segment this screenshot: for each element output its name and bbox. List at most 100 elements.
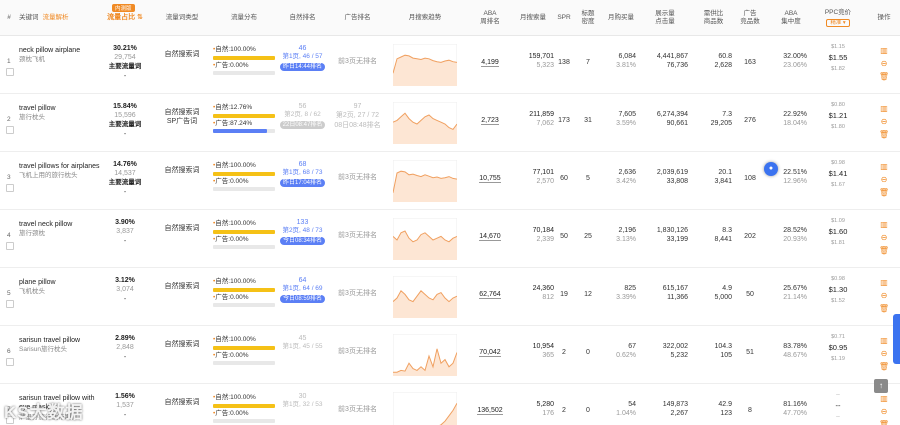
side-panel-tab[interactable] [893,314,900,364]
assistant-float-icon[interactable]: ● [764,162,778,176]
bar-chart-icon[interactable]: ▥ [877,218,891,231]
header-impressions[interactable]: 展示量 点击量 [642,0,688,36]
table-row[interactable]: 3 travel pillows for airplanes 飞机上用的旅行枕头… [0,152,900,210]
table-row[interactable]: 1 neck pillow airplane 颈枕飞机 30.21% 29,75… [0,36,900,94]
keyword-cell[interactable]: travel pillow 旅行枕头 [19,104,104,123]
natural-rank-cell[interactable]: 45 第1页, 45 / 55 [275,334,330,352]
bar-chart-icon[interactable]: ▥ [877,160,891,173]
row-index: 5 [7,290,11,297]
aba-rank[interactable]: 4,199 [481,59,499,67]
table-row[interactable]: 4 travel neck pillow 旅行颈枕 3.90% 3,837 - … [0,210,900,268]
natural-rank-cell[interactable]: 56 第2页, 8 / 62 22日08:47排名 [275,102,330,130]
ad-bar [213,128,275,133]
trend-sparkline[interactable] [393,334,457,376]
natural-rank-cell[interactable]: 64 第1页, 64 / 69 今日08:59排名 [275,276,330,304]
row-checkbox[interactable] [6,358,14,366]
table-row[interactable]: 7 sarisun travel pillow with eye mask 萨里… [0,384,900,425]
header-spr[interactable]: SPR [556,0,572,36]
keyword-cell[interactable]: neck pillow airplane 颈枕飞机 [19,46,104,65]
row-checkbox[interactable] [6,242,14,250]
trash-icon[interactable]: 🗑 [877,244,891,257]
keyword-en[interactable]: travel neck pillow [19,220,104,229]
header-title-density[interactable]: 标题 密度 [578,0,598,36]
aba-rank[interactable]: 62,764 [479,291,501,299]
traffic-analysis-link[interactable]: 流量解析 [43,14,69,22]
keyword-cell[interactable]: travel pillows for airplanes 飞机上用的旅行枕头 [19,162,104,181]
trash-icon[interactable]: 🗑 [877,360,891,373]
minus-circle-icon[interactable]: ⊖ [877,231,891,244]
scroll-top-icon[interactable]: ↑ [874,379,888,393]
aba-rank-cell[interactable]: 14,670 [470,232,510,241]
trend-sparkline[interactable] [393,218,457,260]
trash-icon[interactable]: 🗑 [877,418,891,425]
header-ad-rank[interactable]: 广告排名 [330,0,385,36]
trend-sparkline[interactable] [393,160,457,202]
aba-rank[interactable]: 136,502 [477,407,503,415]
natural-rank-cell[interactable]: 68 第1页, 68 / 73 昨日17:04排名 [275,160,330,188]
trash-icon[interactable]: 🗑 [877,128,891,141]
row-checkbox[interactable] [6,300,14,308]
natural-rank-cell[interactable]: 133 第2页, 48 / 73 今日08:34排名 [275,218,330,246]
row-checkbox[interactable] [6,68,14,76]
supply-demand-ratio: 60.8 [718,53,732,60]
search-cell: 10,954 365 [512,342,554,361]
header-aba-concentration[interactable]: ABA 集中度 [775,0,807,36]
ad-label: 广告: [215,293,231,301]
aba-rank-cell[interactable]: 70,042 [470,348,510,357]
sort-icon[interactable]: ⇅ [137,14,143,21]
keyword-cell[interactable]: travel neck pillow 旅行颈枕 [19,220,104,239]
bar-chart-icon[interactable]: ▥ [877,392,891,405]
aba-rank[interactable]: 10,755 [479,175,501,183]
minus-circle-icon[interactable]: ⊖ [877,57,891,70]
trash-icon[interactable]: 🗑 [877,302,891,315]
aba-rank-cell[interactable]: 4,199 [470,58,510,67]
keyword-en[interactable]: travel pillows for airplanes [19,162,104,171]
table-row[interactable]: 6 sarisun travel pillow Sarisun旅行枕头 2.89… [0,326,900,384]
aba-rank-cell[interactable]: 2,723 [470,116,510,125]
minus-circle-icon[interactable]: ⊖ [877,347,891,360]
aba-rank-cell[interactable]: 62,764 [470,290,510,299]
trend-sparkline[interactable] [393,102,457,144]
header-flow-share[interactable]: 流量占比 ⇅ [105,12,145,22]
keyword-en[interactable]: plane pillow [19,278,104,287]
bar-chart-icon[interactable]: ▥ [877,44,891,57]
header-monthly-search[interactable]: 月搜索量 [512,0,554,36]
minus-circle-icon[interactable]: ⊖ [877,173,891,186]
keyword-cell[interactable]: plane pillow 飞机枕头 [19,278,104,297]
header-monthly-buy[interactable]: 月购买量 [604,0,638,36]
natural-rank-cell[interactable]: 30 第1页, 32 / 53 [275,392,330,410]
trash-icon[interactable]: 🗑 [877,70,891,83]
trend-sparkline[interactable] [393,392,457,425]
bar-chart-icon[interactable]: ▥ [877,276,891,289]
ppc-cell: $0.80 $1.21 $1.80 [818,102,858,131]
header-natural-rank[interactable]: 自然排名 [275,0,330,36]
ad-label: 广告: [215,61,231,69]
bar-chart-icon[interactable]: ▥ [877,334,891,347]
ppc-match-select[interactable]: 精准 ▾ [826,18,850,28]
aba-rank[interactable]: 2,723 [481,117,499,125]
header-ad-competitors[interactable]: 广告 竞品数 [736,0,764,36]
header-supply-demand[interactable]: 需供比 商品数 [695,0,732,36]
minus-circle-icon[interactable]: ⊖ [877,289,891,302]
keyword-en[interactable]: travel pillow [19,104,104,113]
keyword-cell[interactable]: sarisun travel pillow Sarisun旅行枕头 [19,336,104,355]
aba-rank[interactable]: 70,042 [479,349,501,357]
aba-rank[interactable]: 14,670 [479,233,501,241]
minus-circle-icon[interactable]: ⊖ [877,405,891,418]
table-row[interactable]: 2 travel pillow 旅行枕头 15.84% 15,596 主要流量词… [0,94,900,152]
aba-rank-cell[interactable]: 136,502 [470,406,510,415]
keyword-en[interactable]: sarisun travel pillow [19,336,104,345]
row-checkbox[interactable] [6,184,14,192]
row-checkbox[interactable] [6,126,14,134]
keyword-en[interactable]: neck pillow airplane [19,46,104,55]
header-aba-rank[interactable]: ABA 周排名 [470,0,510,36]
minus-circle-icon[interactable]: ⊖ [877,115,891,128]
trash-icon[interactable]: 🗑 [877,186,891,199]
trend-sparkline[interactable] [393,276,457,318]
table-row[interactable]: 5 plane pillow 飞机枕头 3.12% 3,074 - 自然搜索词 … [0,268,900,326]
natural-rank-cell[interactable]: 46 第1页, 46 / 57 昨日14:44排名 [275,44,330,72]
trend-sparkline[interactable] [393,44,457,86]
bar-chart-icon[interactable]: ▥ [877,102,891,115]
aba-rank-cell[interactable]: 10,755 [470,174,510,183]
natural-pct: 100.00% [230,278,256,285]
